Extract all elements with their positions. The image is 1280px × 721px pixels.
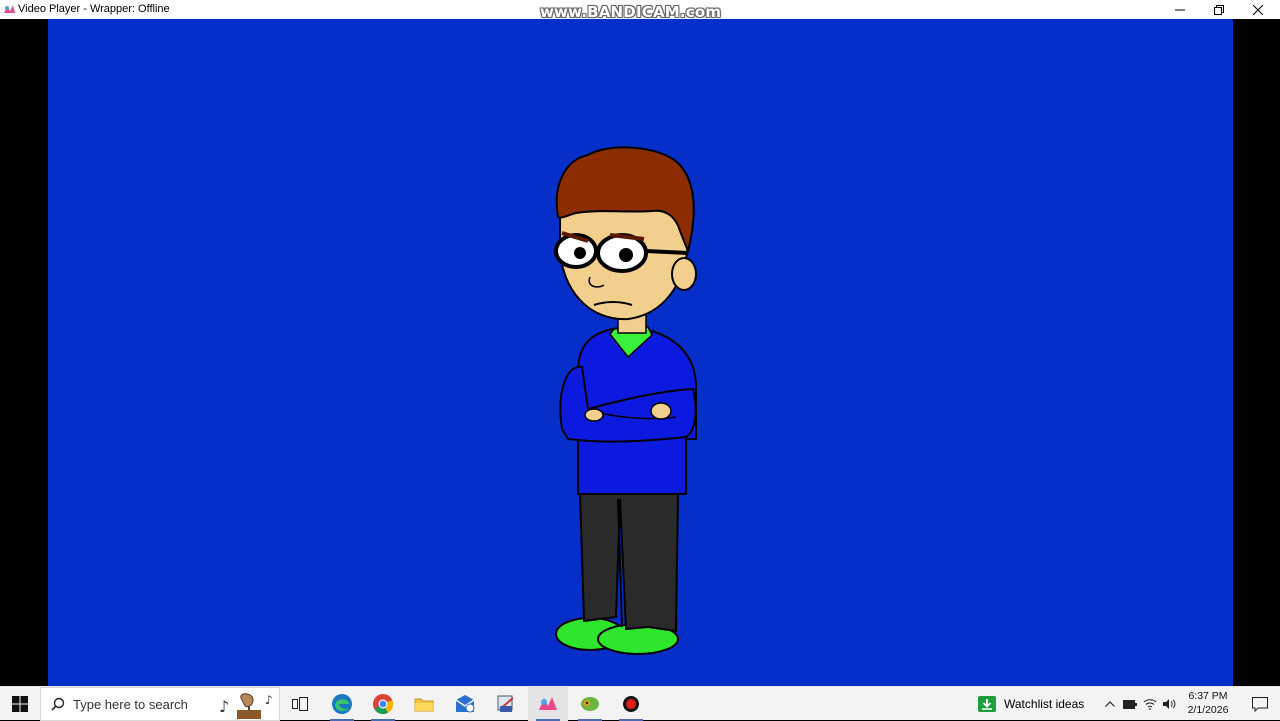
taskbar-clock[interactable]: 6:37 PM 2/1/2026 (1180, 689, 1236, 719)
green-app-taskbar-button[interactable] (570, 687, 610, 721)
minimize-icon (1175, 9, 1185, 10)
volume-icon (1163, 699, 1176, 709)
watchlist-widget[interactable]: Watchlist ideas (976, 687, 1096, 721)
start-button[interactable] (0, 687, 40, 721)
clock-date: 2/1/2026 (1187, 704, 1229, 716)
volume-tray-button[interactable] (1159, 687, 1179, 721)
watchlist-label: Watchlist ideas (1004, 697, 1085, 711)
svg-text:♪: ♪ (219, 697, 229, 716)
battery-icon (1123, 699, 1137, 709)
restore-button[interactable] (1199, 0, 1239, 19)
notification-icon (1252, 696, 1268, 712)
video-player-area[interactable] (0, 19, 1280, 686)
search-placeholder: Type here to search (73, 697, 188, 712)
show-hidden-icons-button[interactable] (1100, 687, 1120, 721)
search-highlight-gramophone-icon: ♪ ♪ (219, 693, 273, 719)
task-view-icon (292, 697, 308, 711)
file-explorer-taskbar-button[interactable] (404, 687, 444, 721)
wrapper-offline-taskbar-button[interactable] (528, 687, 568, 721)
minimize-button[interactable] (1160, 0, 1200, 19)
wifi-tray-button[interactable] (1140, 687, 1160, 721)
video-stage (48, 19, 1233, 686)
wrapper-app-icon (4, 5, 15, 13)
chameleon-app-icon (581, 697, 599, 711)
taskbar-search-box[interactable]: Type here to search ♪ ♪ (40, 687, 280, 721)
window-title: Video Player - Wrapper: Offline (18, 3, 170, 15)
record-icon (623, 696, 639, 712)
folder-icon (414, 698, 434, 712)
wrapper-offline-icon (539, 697, 557, 710)
mail-taskbar-button[interactable] (445, 687, 485, 721)
window-titlebar: Video Player - Wrapper: Offline www.BAND… (0, 0, 1280, 21)
search-icon (51, 697, 65, 711)
chrome-icon (373, 694, 394, 715)
notification-center-button[interactable] (1240, 687, 1280, 721)
edge-icon (332, 694, 352, 714)
clock-time: 6:37 PM (1188, 690, 1228, 702)
windows-logo-icon (12, 696, 28, 712)
windows-taskbar: Type here to search ♪ ♪ Watchlist ideas … (0, 686, 1280, 721)
mail-icon (455, 695, 475, 713)
edge-taskbar-button[interactable] (322, 687, 362, 721)
chevron-up-icon (1105, 701, 1115, 707)
task-view-button[interactable] (280, 687, 320, 721)
cartoon-character (554, 146, 697, 655)
wifi-icon (1143, 699, 1157, 710)
chrome-taskbar-button[interactable] (363, 687, 403, 721)
close-icon (1253, 4, 1263, 15)
close-button[interactable] (1238, 0, 1278, 19)
network-tool-icon (497, 695, 514, 712)
svg-text:♪: ♪ (265, 693, 273, 707)
bandicam-taskbar-button[interactable] (611, 687, 651, 721)
restore-icon (1214, 4, 1224, 15)
network-tool-taskbar-button[interactable] (486, 687, 526, 721)
battery-tray-button[interactable] (1120, 687, 1140, 721)
stock-download-icon (978, 696, 996, 712)
